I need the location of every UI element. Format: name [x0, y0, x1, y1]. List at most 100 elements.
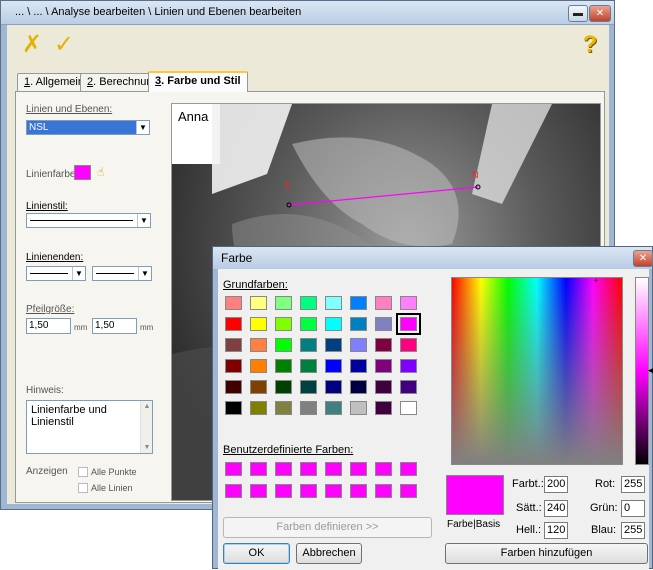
- custom-color-swatch[interactable]: [225, 462, 242, 476]
- basic-color-swatch[interactable]: [375, 359, 392, 373]
- basic-color-swatch[interactable]: [325, 338, 342, 352]
- basic-color-swatch[interactable]: [400, 359, 417, 373]
- linienstil-select[interactable]: ▼: [26, 213, 151, 228]
- chevron-down-icon[interactable]: ▼: [138, 267, 151, 280]
- basic-color-swatch[interactable]: [275, 317, 292, 331]
- basic-color-swatch[interactable]: [300, 401, 317, 415]
- basic-color-swatch[interactable]: [275, 401, 292, 415]
- luminance-slider[interactable]: [635, 277, 649, 465]
- define-colors-button[interactable]: Farben definieren >>: [223, 517, 432, 538]
- custom-color-swatch[interactable]: [225, 484, 242, 498]
- pfeilgroesse-input-1[interactable]: 1,50: [26, 318, 71, 334]
- custom-color-swatch[interactable]: [300, 462, 317, 476]
- basic-color-swatch[interactable]: [375, 401, 392, 415]
- saett-input[interactable]: 240: [544, 500, 568, 517]
- basic-color-swatch[interactable]: [225, 359, 242, 373]
- basic-color-swatch[interactable]: [300, 380, 317, 394]
- basic-color-swatch[interactable]: [250, 296, 267, 310]
- chevron-down-icon[interactable]: ▼: [136, 121, 149, 134]
- ok-icon[interactable]: ✓: [49, 31, 79, 59]
- basic-color-swatch[interactable]: [400, 380, 417, 394]
- custom-color-swatch[interactable]: [250, 484, 267, 498]
- pointer-icon[interactable]: ☝: [97, 165, 104, 179]
- custom-color-swatch[interactable]: [375, 484, 392, 498]
- hell-input[interactable]: 120: [544, 522, 568, 539]
- basic-color-swatch[interactable]: [375, 380, 392, 394]
- color-spectrum[interactable]: ⁺: [451, 277, 623, 465]
- basic-color-swatch[interactable]: [350, 401, 367, 415]
- alle-punkte-checkbox[interactable]: [78, 467, 88, 477]
- cancel-button[interactable]: Abbrechen: [296, 543, 362, 564]
- basic-color-swatch[interactable]: [225, 380, 242, 394]
- basic-color-swatch[interactable]: [300, 317, 317, 331]
- basic-color-swatch[interactable]: [375, 296, 392, 310]
- basic-color-swatch[interactable]: [225, 296, 242, 310]
- basic-color-swatch[interactable]: [400, 401, 417, 415]
- alle-linien-checkbox[interactable]: [78, 483, 88, 493]
- basic-color-swatch[interactable]: [275, 380, 292, 394]
- custom-color-swatch[interactable]: [350, 462, 367, 476]
- hinweis-scrollbar[interactable]: ▲ ▼: [140, 401, 152, 453]
- basic-color-swatch[interactable]: [350, 380, 367, 394]
- custom-color-swatch[interactable]: [250, 462, 267, 476]
- basic-color-swatch[interactable]: [225, 338, 242, 352]
- custom-color-swatch[interactable]: [300, 484, 317, 498]
- basic-color-swatch[interactable]: [275, 338, 292, 352]
- basic-color-swatch[interactable]: [325, 296, 342, 310]
- basic-color-swatch[interactable]: [250, 401, 267, 415]
- basic-color-swatch[interactable]: [375, 338, 392, 352]
- dialog-close-button[interactable]: ✕: [633, 250, 653, 267]
- basic-color-swatch[interactable]: [225, 317, 242, 331]
- add-colors-button[interactable]: Farben hinzufügen: [445, 543, 648, 564]
- basic-color-swatch[interactable]: [400, 296, 417, 310]
- basic-color-swatch[interactable]: [325, 317, 342, 331]
- basic-color-swatch[interactable]: [350, 359, 367, 373]
- basic-color-swatch[interactable]: [350, 317, 367, 331]
- basic-color-swatch[interactable]: [300, 296, 317, 310]
- basic-color-swatch[interactable]: [375, 317, 392, 331]
- tab-farbe-und-stil[interactable]: 3. Farbe und Stil: [148, 71, 248, 92]
- custom-color-swatch[interactable]: [325, 484, 342, 498]
- custom-color-swatch[interactable]: [375, 462, 392, 476]
- basic-color-swatch[interactable]: [250, 380, 267, 394]
- close-button[interactable]: ✕: [589, 5, 611, 22]
- custom-color-swatch[interactable]: [400, 484, 417, 498]
- gruen-input[interactable]: 0: [621, 500, 645, 517]
- basic-color-swatch[interactable]: [300, 338, 317, 352]
- scroll-down-icon[interactable]: ▼: [141, 444, 153, 451]
- farbt-input[interactable]: 200: [544, 476, 568, 493]
- basic-color-swatch[interactable]: [300, 359, 317, 373]
- pfeilgroesse-input-2[interactable]: 1,50: [92, 318, 137, 334]
- rot-input[interactable]: 255: [621, 476, 645, 493]
- basic-color-swatch[interactable]: [275, 359, 292, 373]
- basic-color-swatch[interactable]: [275, 296, 292, 310]
- basic-color-swatch[interactable]: [250, 338, 267, 352]
- custom-color-swatch[interactable]: [275, 462, 292, 476]
- luminance-arrow-icon[interactable]: ◀: [648, 365, 653, 376]
- basic-color-swatch[interactable]: [325, 359, 342, 373]
- basic-color-swatch[interactable]: [350, 338, 367, 352]
- chevron-down-icon[interactable]: ▼: [137, 214, 150, 227]
- blau-input[interactable]: 255: [621, 522, 645, 539]
- basic-color-swatch[interactable]: [325, 380, 342, 394]
- minimize-button[interactable]: ▬: [568, 5, 588, 22]
- cancel-icon[interactable]: ✗: [17, 31, 47, 59]
- custom-color-swatch[interactable]: [400, 462, 417, 476]
- basic-color-swatch[interactable]: [350, 296, 367, 310]
- scroll-up-icon[interactable]: ▲: [141, 403, 153, 410]
- linien-select[interactable]: NSL ▼: [26, 120, 150, 135]
- basic-color-swatch[interactable]: [396, 313, 421, 335]
- help-icon[interactable]: ?: [575, 31, 605, 59]
- basic-color-swatch[interactable]: [225, 401, 242, 415]
- ok-button[interactable]: OK: [223, 543, 290, 564]
- linienfarbe-swatch[interactable]: [74, 165, 91, 180]
- custom-color-swatch[interactable]: [350, 484, 367, 498]
- basic-color-swatch[interactable]: [325, 401, 342, 415]
- custom-color-swatch[interactable]: [275, 484, 292, 498]
- custom-color-swatch[interactable]: [325, 462, 342, 476]
- linienende-start-select[interactable]: ▼: [26, 266, 86, 281]
- chevron-down-icon[interactable]: ▼: [72, 267, 85, 280]
- basic-color-swatch[interactable]: [400, 338, 417, 352]
- linienende-end-select[interactable]: ▼: [92, 266, 152, 281]
- basic-color-swatch[interactable]: [250, 359, 267, 373]
